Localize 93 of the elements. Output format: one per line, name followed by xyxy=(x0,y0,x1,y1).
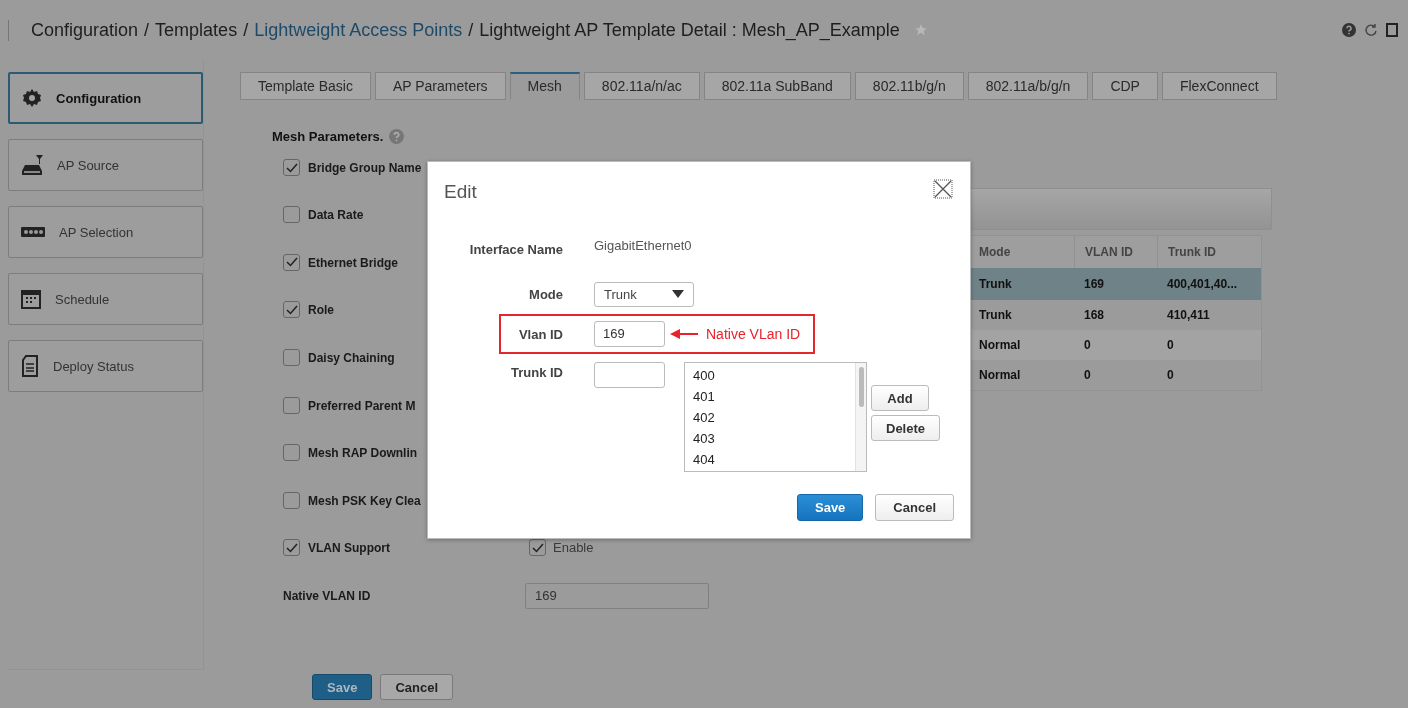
tab[interactable]: Template Basic xyxy=(240,72,371,100)
cancel-button[interactable]: Cancel xyxy=(875,494,954,521)
checkbox[interactable] xyxy=(283,349,300,367)
field-label: Ethernet Bridge xyxy=(308,255,398,270)
list-item[interactable]: 403 xyxy=(693,428,715,449)
sidebar-item[interactable]: Schedule xyxy=(8,273,203,325)
save-button[interactable]: Save xyxy=(797,494,864,521)
tab[interactable]: 802.11a SubBand xyxy=(703,72,851,100)
table-cell-text: 0 xyxy=(1083,368,1092,382)
field-label: Daisy Chaining xyxy=(308,351,395,366)
mode-dropdown[interactable]: Trunk xyxy=(594,281,694,307)
arrow-icon xyxy=(670,328,698,340)
sidebar-item[interactable]: Deploy Status xyxy=(8,340,203,392)
table-cell-text: Normal xyxy=(978,368,1022,382)
checkbox[interactable] xyxy=(283,301,300,319)
breadcrumb-separator: / xyxy=(468,19,474,41)
tab[interactable]: 802.11a/n/ac xyxy=(583,72,700,100)
tab[interactable]: 802.11b/g/n xyxy=(854,72,964,100)
checkbox[interactable] xyxy=(283,444,300,462)
column-header[interactable]: Mode xyxy=(969,245,1074,259)
access-point-icon xyxy=(21,153,43,177)
table-row[interactable]: Trunk 169 400,401,40... xyxy=(969,268,1261,300)
gear-icon xyxy=(22,88,42,108)
sidebar-item[interactable]: AP Source xyxy=(8,139,203,191)
delete-button[interactable]: Delete xyxy=(871,415,941,441)
field-label: Mesh RAP Downlin xyxy=(308,446,418,461)
table-cell-text: 0 xyxy=(1166,368,1175,382)
table-cell-text: Trunk xyxy=(978,277,1013,291)
breadcrumb-separator: / xyxy=(144,19,150,41)
table-cell-text: Normal xyxy=(978,338,1022,352)
tab[interactable]: AP Parameters xyxy=(374,72,506,100)
table-cell-text: Trunk xyxy=(978,308,1013,322)
field-label: Native VLAN ID xyxy=(283,588,372,603)
sidebar-item[interactable]: AP Selection xyxy=(8,206,203,258)
input-field[interactable]: 169 xyxy=(594,321,665,347)
field-label: VLAN Support xyxy=(308,541,390,556)
annotation-text: Native VLan ID xyxy=(706,326,801,342)
checkbox[interactable] xyxy=(283,396,300,414)
field-label: Bridge Group Name xyxy=(308,161,422,175)
field-label: Mode xyxy=(528,286,563,302)
device-strip-icon xyxy=(21,227,45,237)
tab[interactable]: 802.11a/b/g/n xyxy=(967,72,1089,100)
tab[interactable]: FlexConnect xyxy=(1161,72,1277,100)
table-cell-text: 0 xyxy=(1166,338,1175,352)
dropdown-caret-icon xyxy=(672,290,684,298)
sidebar-item[interactable]: Configuration xyxy=(8,72,203,124)
breadcrumb-text: Configuration xyxy=(31,19,139,41)
table-cell-text: 400,401,40... xyxy=(1166,277,1239,291)
table-cell-text: 168 xyxy=(1083,308,1106,322)
table-cell-text: 169 xyxy=(1083,277,1106,291)
list-item[interactable]: 404 xyxy=(693,449,715,470)
document-icon xyxy=(21,355,39,377)
table-cell-text: 410,411 xyxy=(1166,308,1211,322)
input-field[interactable]: 169 xyxy=(525,582,709,609)
breadcrumb-text: Lightweight AP Template Detail : Mesh_AP_Example xyxy=(479,19,900,41)
table-row[interactable]: Trunk 168 410,411 xyxy=(969,300,1261,330)
field-label: Interface Name xyxy=(468,241,563,257)
add-button[interactable]: Add xyxy=(871,385,929,411)
checkbox[interactable] xyxy=(283,206,300,224)
field-label: Preferred Parent M xyxy=(308,398,416,413)
table-cell-text: 0 xyxy=(1083,338,1092,352)
interface-name-value: GigabitEthernet0 xyxy=(594,237,692,253)
checkbox[interactable] xyxy=(283,159,300,176)
refresh-icon[interactable] xyxy=(1364,23,1378,37)
list-item[interactable]: 401 xyxy=(693,386,715,407)
field-label: Mesh PSK Key Clea xyxy=(308,493,421,508)
tab[interactable]: Mesh xyxy=(509,72,580,100)
cancel-button[interactable]: Cancel xyxy=(380,674,453,701)
list-item[interactable]: 402 xyxy=(693,407,715,428)
field-label: Data Rate xyxy=(308,208,364,223)
checkbox[interactable] xyxy=(283,491,300,509)
star-icon[interactable] xyxy=(913,23,928,37)
panel-icon[interactable] xyxy=(1386,23,1398,37)
save-button[interactable]: Save xyxy=(312,674,373,701)
list-item[interactable]: 400 xyxy=(693,365,715,386)
help-icon[interactable] xyxy=(1342,23,1356,37)
close-icon[interactable] xyxy=(933,179,953,199)
checkbox[interactable] xyxy=(283,539,300,557)
checkbox-label: Enable xyxy=(553,540,594,556)
calendar-icon xyxy=(21,289,41,309)
breadcrumb-link[interactable]: Lightweight Access Points xyxy=(254,19,463,41)
table-row[interactable]: Normal 0 0 xyxy=(969,360,1261,390)
field-label: Role xyxy=(308,303,334,318)
input-field[interactable] xyxy=(594,362,665,388)
breadcrumb-text: Templates xyxy=(155,19,238,41)
dialog-title: Edit xyxy=(444,181,477,204)
breadcrumb-separator: / xyxy=(243,19,249,41)
field-label: Trunk ID xyxy=(510,365,563,380)
tab[interactable]: CDP xyxy=(1092,72,1158,100)
checkbox[interactable] xyxy=(283,253,300,271)
scrollbar[interactable] xyxy=(855,363,866,471)
field-label: Vlan ID xyxy=(517,326,563,342)
section-title: Mesh Parameters. xyxy=(272,128,384,144)
